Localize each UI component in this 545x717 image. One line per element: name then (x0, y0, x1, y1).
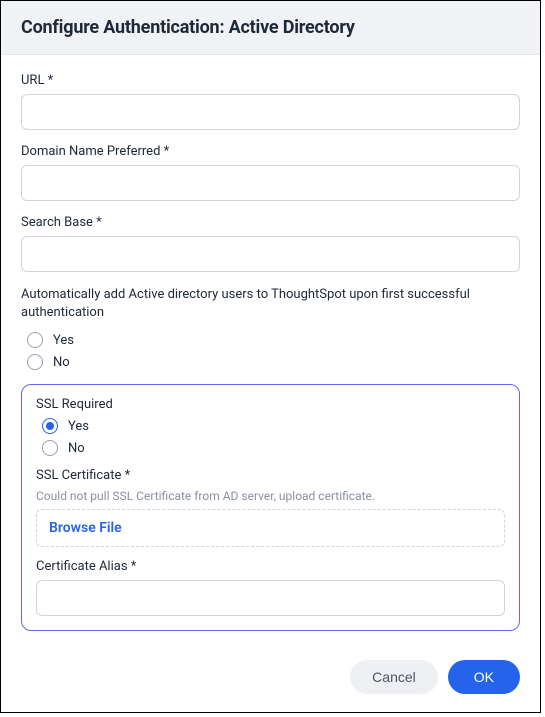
ssl-required-yes-label: Yes (68, 419, 89, 434)
ssl-highlight-box: SSL Required Yes No SSL Certificate * Co… (21, 384, 520, 631)
radio-icon (27, 354, 43, 370)
search-base-input[interactable] (21, 236, 520, 272)
dialog-footer: Cancel OK (1, 648, 540, 712)
search-base-label: Search Base * (21, 215, 520, 230)
url-label: URL * (21, 73, 520, 88)
radio-icon (27, 332, 43, 348)
domain-name-input[interactable] (21, 165, 520, 201)
auto-add-yes-label: Yes (53, 333, 74, 348)
dialog-header: Configure Authentication: Active Directo… (1, 1, 540, 55)
ssl-required-label: SSL Required (36, 397, 505, 412)
cancel-button[interactable]: Cancel (350, 660, 438, 694)
dialog-title: Configure Authentication: Active Directo… (21, 17, 520, 38)
cert-alias-group: Certificate Alias * (36, 559, 505, 616)
auto-add-label: Automatically add Active directory users… (21, 286, 520, 322)
auto-add-radio-group: Yes No (21, 332, 520, 370)
ssl-required-no-label: No (68, 441, 85, 456)
url-group: URL * (21, 73, 520, 130)
ssl-required-yes-option[interactable]: Yes (42, 418, 505, 434)
auto-add-yes-option[interactable]: Yes (27, 332, 520, 348)
ssl-required-group: SSL Required Yes No (36, 397, 505, 456)
dialog-body: URL * Domain Name Preferred * Search Bas… (1, 55, 540, 648)
domain-name-label: Domain Name Preferred * (21, 144, 520, 159)
ok-button[interactable]: OK (448, 660, 520, 694)
url-input[interactable] (21, 94, 520, 130)
auto-add-no-option[interactable]: No (27, 354, 520, 370)
domain-name-group: Domain Name Preferred * (21, 144, 520, 201)
ssl-certificate-label: SSL Certificate * (36, 468, 505, 483)
auto-add-no-label: No (53, 355, 70, 370)
ssl-required-no-option[interactable]: No (42, 440, 505, 456)
cert-alias-input[interactable] (36, 580, 505, 616)
cert-alias-label: Certificate Alias * (36, 559, 505, 574)
radio-icon (42, 440, 58, 456)
radio-icon (42, 418, 58, 434)
ssl-required-radio-group: Yes No (36, 418, 505, 456)
auto-add-group: Automatically add Active directory users… (21, 286, 520, 370)
ssl-certificate-help: Could not pull SSL Certificate from AD s… (36, 489, 505, 503)
configure-auth-dialog: Configure Authentication: Active Directo… (0, 0, 541, 713)
ssl-certificate-group: SSL Certificate * Could not pull SSL Cer… (36, 468, 505, 547)
search-base-group: Search Base * (21, 215, 520, 272)
browse-file-button[interactable]: Browse File (36, 509, 505, 547)
browse-file-label: Browse File (49, 520, 122, 536)
